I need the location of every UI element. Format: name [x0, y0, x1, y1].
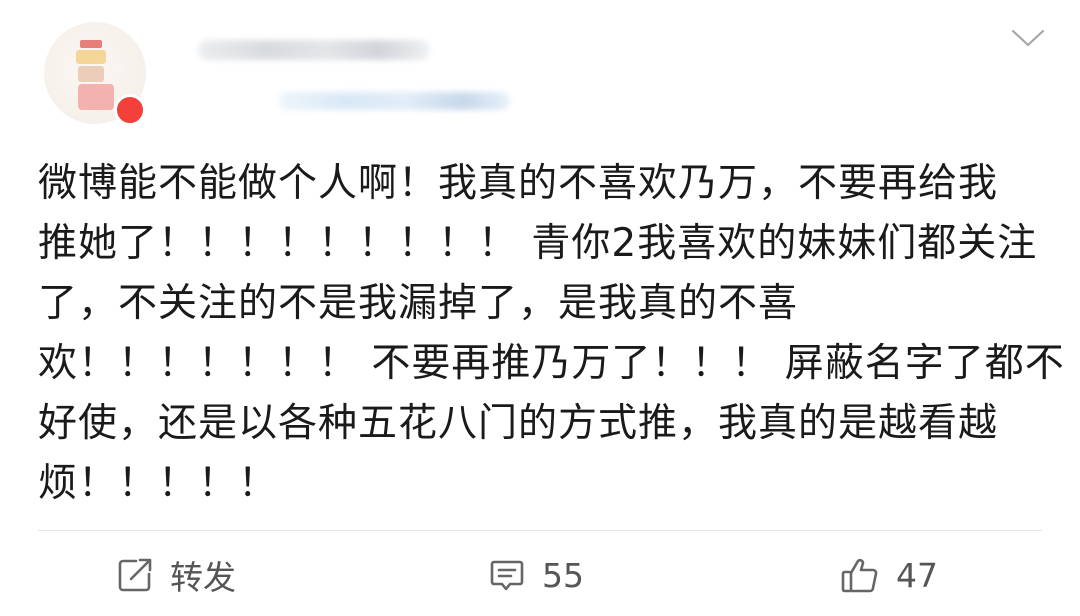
avatar-image-part	[78, 66, 104, 82]
post-meta-blurred	[278, 92, 510, 110]
post-text-line: 欢！！！！！！！ 不要再推乃万了！！！ 屏蔽名字了都不	[38, 341, 1065, 386]
comment-count: 55	[542, 555, 584, 595]
comment-icon	[490, 560, 524, 591]
thumbs-up-icon	[841, 558, 878, 593]
avatar-image-part	[78, 84, 114, 110]
post-text-line: 了，不关注的不是我漏掉了，是我真的不喜	[38, 281, 799, 326]
avatar-badge	[114, 94, 146, 126]
avatar-image-part	[80, 40, 102, 48]
action-bar: 转发 55 47	[0, 540, 1080, 610]
like-button[interactable]: 47	[840, 540, 938, 610]
comment-button[interactable]: 55	[488, 540, 584, 610]
repost-label: 转发	[170, 558, 236, 597]
avatar[interactable]	[44, 22, 146, 126]
like-count: 47	[896, 555, 938, 595]
repost-button[interactable]: 转发	[116, 540, 236, 610]
post-text-line: 好使，还是以各种五花八门的方式推，我真的是越看越	[38, 401, 999, 446]
post-text-line: 推她了！！！！！！！！！ 青你2我喜欢的妹妹们都关注	[38, 221, 1038, 266]
post-text-line: 微博能不能做个人啊！我真的不喜欢乃万，不要再给我	[38, 161, 999, 206]
weibo-post: 微博能不能做个人啊！我真的不喜欢乃万，不要再给我 推她了！！！！！！！！！ 青你…	[0, 0, 1080, 616]
post-text: 微博能不能做个人啊！我真的不喜欢乃万，不要再给我 推她了！！！！！！！！！ 青你…	[38, 154, 1065, 514]
repost-icon	[118, 558, 152, 592]
post-menu-button[interactable]	[1010, 24, 1046, 52]
divider	[38, 530, 1042, 531]
username-blurred[interactable]	[198, 40, 430, 60]
chevron-down-icon	[1011, 29, 1045, 47]
post-text-line: 烦！！！！！	[38, 461, 279, 506]
avatar-image-part	[76, 50, 106, 64]
